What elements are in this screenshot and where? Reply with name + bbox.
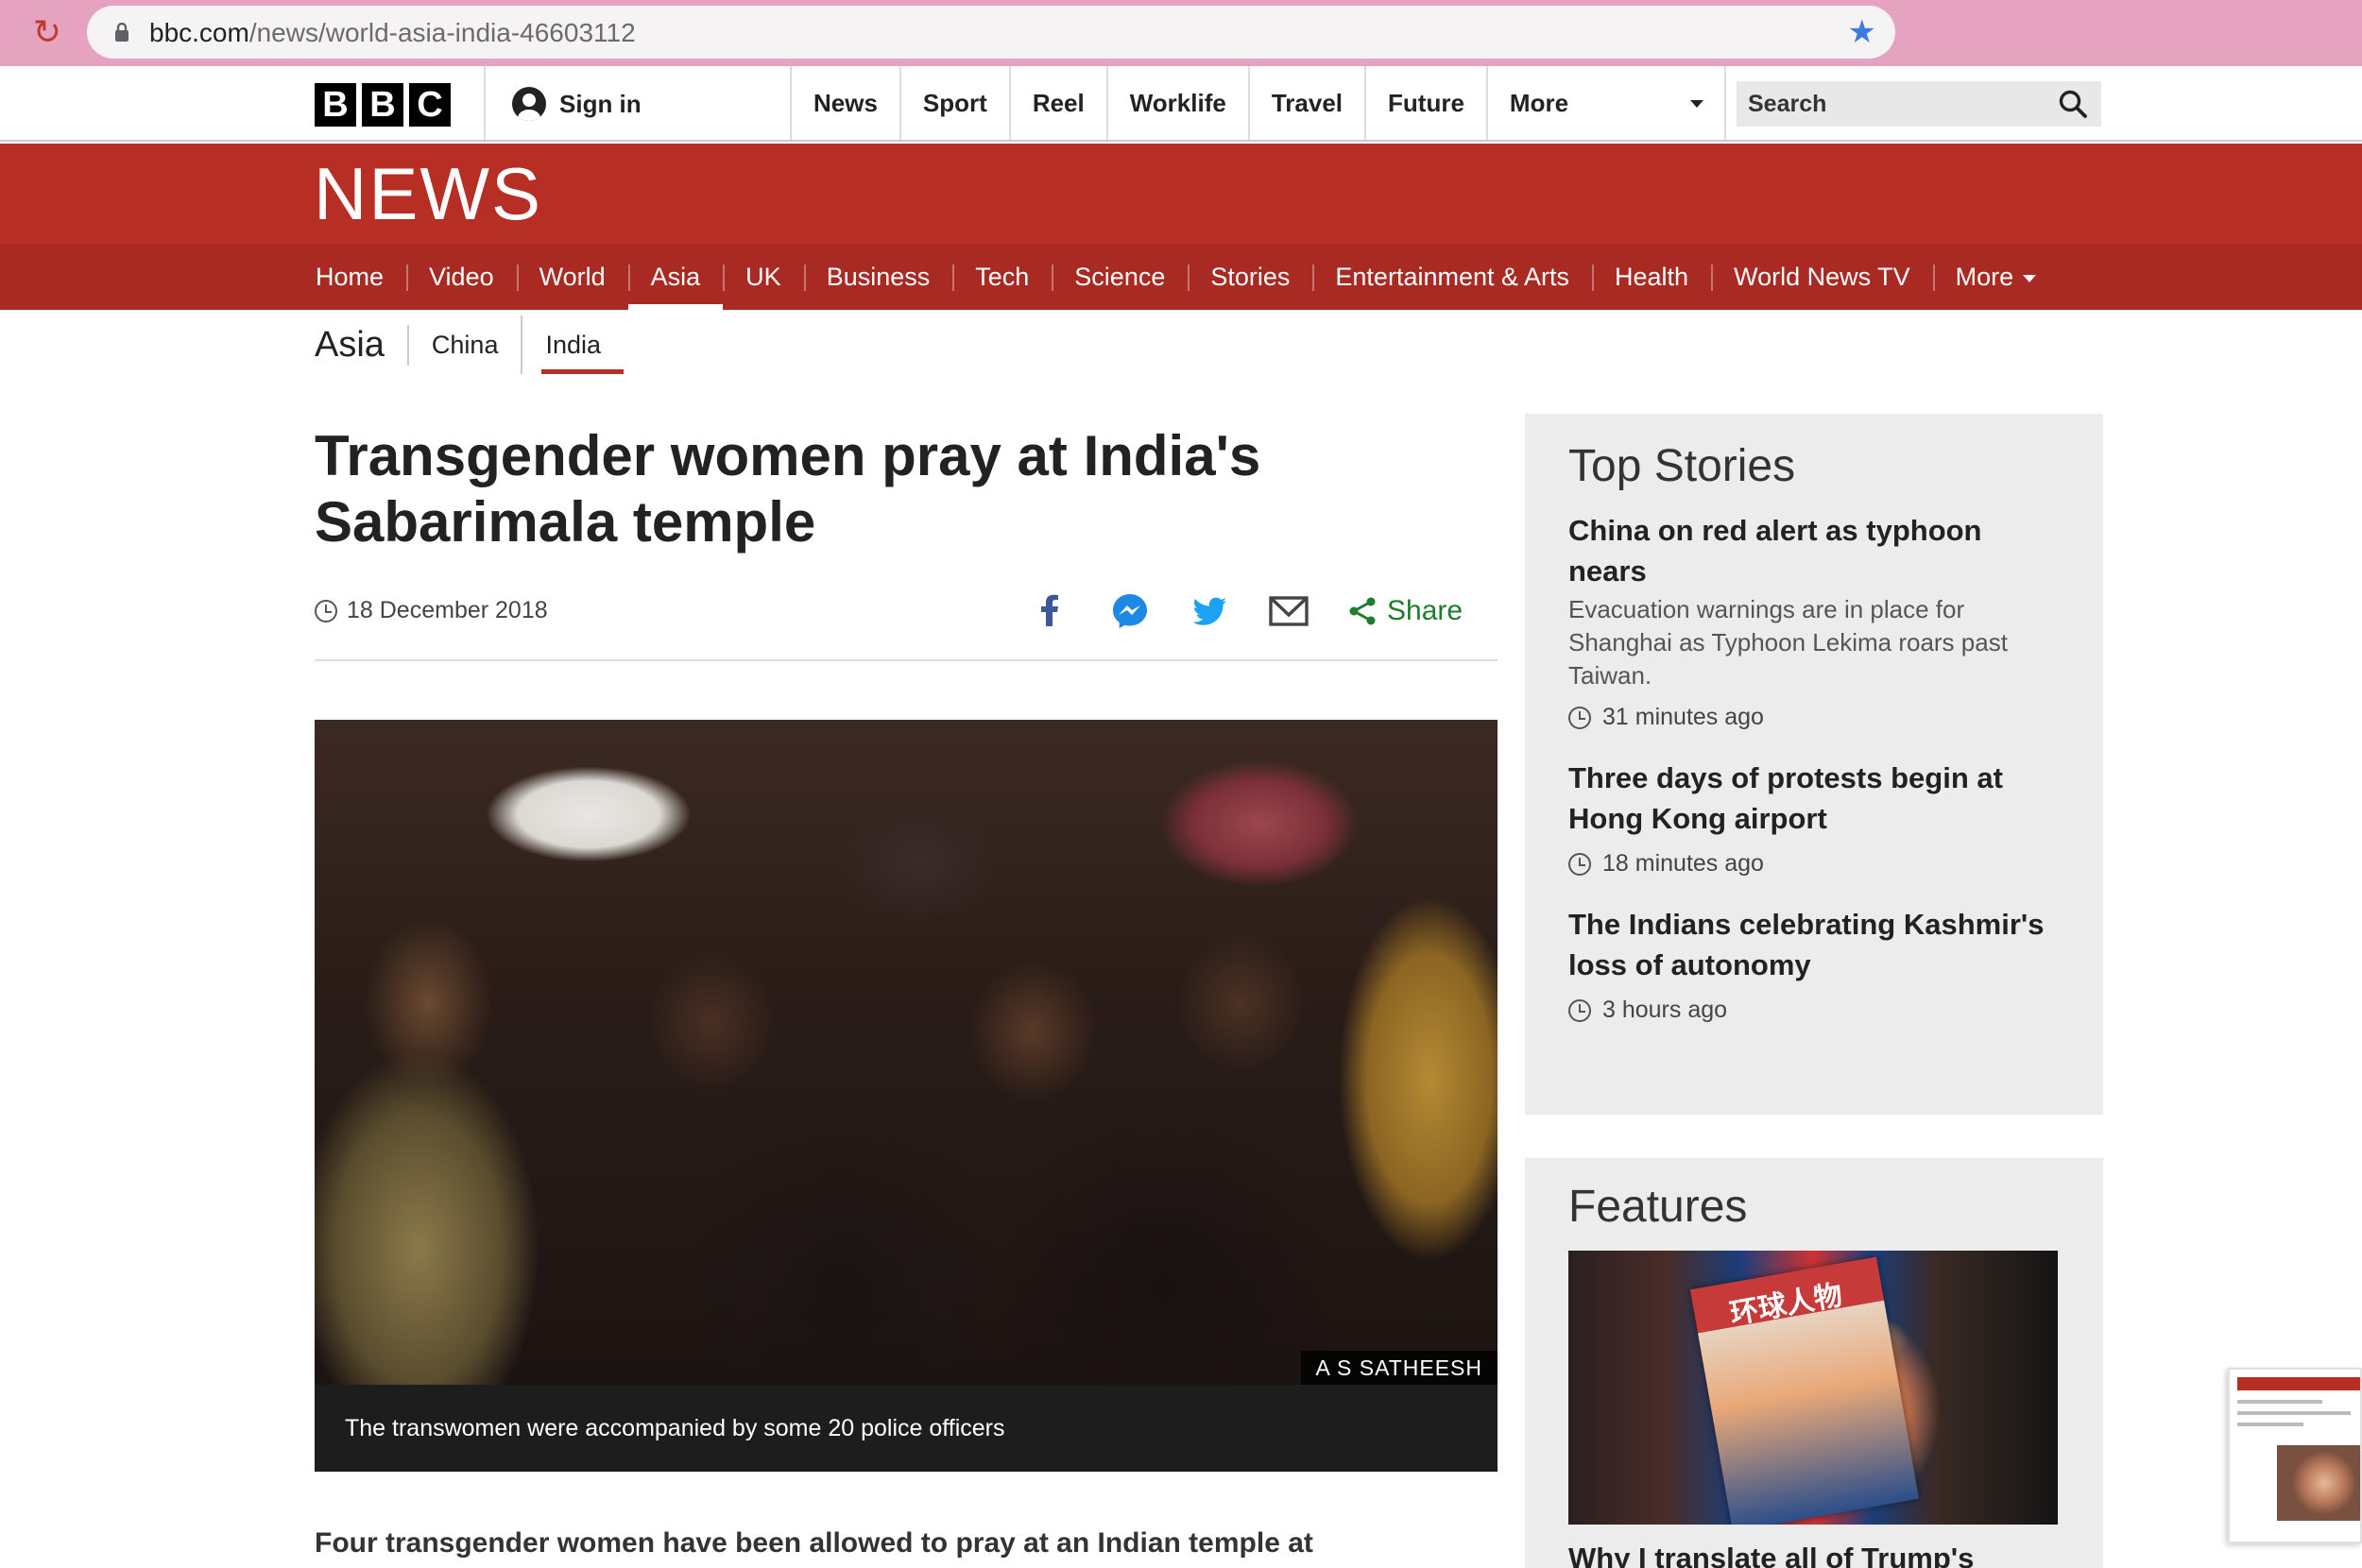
news-nav-uk[interactable]: UK — [723, 244, 804, 310]
thumbnail-line — [2237, 1423, 2303, 1426]
features-title: Features — [1568, 1182, 1748, 1232]
search-placeholder: Search — [1748, 91, 1827, 117]
article-lede: Four transgender women have been allowed… — [315, 1527, 1313, 1559]
top-story-time: 31 minutes ago — [1568, 704, 2060, 731]
thumbnail-line — [2237, 1400, 2322, 1404]
top-story-headline[interactable]: Three days of protests begin at Hong Kon… — [1568, 758, 2060, 839]
article-main-image: A S SATHEESH — [315, 720, 1498, 1385]
news-nav-science[interactable]: Science — [1052, 244, 1188, 310]
twitter-icon[interactable] — [1189, 590, 1230, 632]
clock-icon — [315, 599, 337, 622]
news-nav: Home Video World Asia UK Business Tech S… — [0, 244, 2362, 310]
top-story-time: 18 minutes ago — [1568, 850, 2060, 878]
share-label: Share — [1387, 595, 1463, 626]
news-nav-home[interactable]: Home — [293, 244, 406, 310]
clock-icon — [1568, 706, 1591, 729]
sub-nav-china[interactable]: China — [409, 315, 522, 374]
news-nav-business[interactable]: Business — [803, 244, 953, 310]
top-story-time: 3 hours ago — [1568, 997, 2060, 1024]
news-nav-world[interactable]: World — [516, 244, 628, 310]
chevron-down-icon — [2023, 274, 2037, 282]
news-nav-entertainment-arts[interactable]: Entertainment & Arts — [1312, 244, 1592, 310]
news-banner: NEWS — [0, 144, 2362, 244]
bbc-logo-letter: B — [315, 83, 356, 127]
top-story-headline[interactable]: China on red alert as typhoon nears — [1568, 510, 2060, 591]
sub-nav-india[interactable]: India — [521, 315, 624, 374]
thumbnail-line — [2237, 1411, 2351, 1415]
feature-headline[interactable]: Why I translate all of Trump's — [1568, 1538, 2060, 1568]
news-nav-more[interactable]: More — [1932, 244, 2060, 310]
top-story-item: The Indians celebrating Kashmir's loss o… — [1568, 904, 2060, 1024]
screenshot-thumbnail[interactable] — [2228, 1368, 2362, 1543]
share-button[interactable]: Share — [1347, 595, 1463, 627]
reload-icon[interactable]: ↻ — [28, 13, 66, 51]
share-tools: Share — [1030, 588, 1463, 635]
article-date: 18 December 2018 — [315, 597, 548, 624]
search-input[interactable]: Search — [1737, 81, 2101, 127]
sub-nav: Asia China India — [315, 315, 624, 374]
divider — [484, 66, 486, 140]
top-story-item: China on red alert as typhoon nears Evac… — [1568, 510, 2060, 731]
global-nav-news[interactable]: News — [790, 66, 899, 140]
bbc-logo[interactable]: B B C — [315, 83, 451, 127]
sign-in-label: Sign in — [559, 89, 642, 118]
address-bar[interactable]: bbc.com/news/world-asia-india-46603112 ★ — [87, 6, 1895, 59]
top-story-time-text: 18 minutes ago — [1602, 850, 1764, 877]
email-icon[interactable] — [1268, 590, 1309, 632]
news-nav-more-label: More — [1955, 263, 2014, 291]
news-nav-asia[interactable]: Asia — [627, 244, 724, 310]
url-path: /news/world-asia-india-46603112 — [248, 18, 636, 47]
thumbnail-image — [2277, 1445, 2360, 1521]
global-nav-more-label: More — [1509, 89, 1569, 117]
article-date-text: 18 December 2018 — [347, 597, 548, 623]
bbc-global-bar: B B C Sign in News Sport Reel Worklife T… — [0, 66, 2362, 142]
feature-image[interactable]: 环球人物 — [1568, 1251, 2058, 1525]
bbc-logo-letter: B — [362, 83, 403, 127]
divider — [315, 659, 1498, 661]
top-story-headline[interactable]: The Indians celebrating Kashmir's loss o… — [1568, 904, 2060, 985]
news-nav-video[interactable]: Video — [406, 244, 517, 310]
messenger-icon[interactable] — [1109, 590, 1151, 632]
bookmark-star-icon[interactable]: ★ — [1848, 15, 1876, 49]
clock-icon — [1568, 852, 1591, 876]
sign-in-link[interactable]: Sign in — [512, 85, 642, 123]
top-story-summary: Evacuation warnings are in place for Sha… — [1568, 595, 2008, 690]
top-story-item: Three days of protests begin at Hong Kon… — [1568, 758, 2060, 878]
news-nav-health[interactable]: Health — [1592, 244, 1711, 310]
global-nav-more[interactable]: More — [1485, 66, 1726, 140]
share-icon — [1349, 597, 1376, 625]
global-nav-sport[interactable]: Sport — [899, 66, 1009, 140]
user-icon — [512, 87, 546, 121]
url-text: bbc.com/news/world-asia-india-46603112 — [149, 18, 636, 48]
facebook-icon[interactable] — [1030, 590, 1071, 632]
features-panel: Features 环球人物 Why I translate all of Tru… — [1525, 1158, 2103, 1568]
news-logo[interactable]: NEWS — [314, 151, 542, 236]
article-headline: Transgender women pray at India's Sabari… — [315, 424, 1261, 554]
news-nav-stories[interactable]: Stories — [1188, 244, 1312, 310]
search-icon[interactable] — [2058, 89, 2088, 119]
global-nav-reel[interactable]: Reel — [1008, 66, 1106, 140]
lock-icon — [115, 23, 128, 42]
chevron-down-icon — [1689, 100, 1703, 108]
news-nav-world-news-tv[interactable]: World News TV — [1711, 244, 1933, 310]
bbc-logo-letter: C — [409, 83, 451, 127]
global-nav-travel[interactable]: Travel — [1247, 66, 1364, 140]
top-stories-title: Top Stories — [1568, 441, 1796, 491]
news-nav-tech[interactable]: Tech — [952, 244, 1052, 310]
browser-toolbar: ↻ bbc.com/news/world-asia-india-46603112… — [0, 0, 2362, 66]
image-caption: The transwomen were accompanied by some … — [315, 1385, 1498, 1472]
top-story-time-text: 3 hours ago — [1602, 997, 1728, 1023]
top-stories-panel: Top Stories China on red alert as typhoo… — [1525, 414, 2103, 1115]
global-nav-worklife[interactable]: Worklife — [1105, 66, 1248, 140]
thumbnail-header — [2237, 1377, 2360, 1390]
clock-icon — [1568, 998, 1591, 1022]
url-domain: bbc.com — [149, 18, 249, 47]
image-credit: A S SATHEESH — [1300, 1351, 1498, 1385]
section-title[interactable]: Asia — [315, 324, 409, 366]
global-nav-future[interactable]: Future — [1364, 66, 1486, 140]
top-story-time-text: 31 minutes ago — [1602, 704, 1764, 730]
global-nav: News Sport Reel Worklife Travel Future M… — [790, 66, 1726, 140]
